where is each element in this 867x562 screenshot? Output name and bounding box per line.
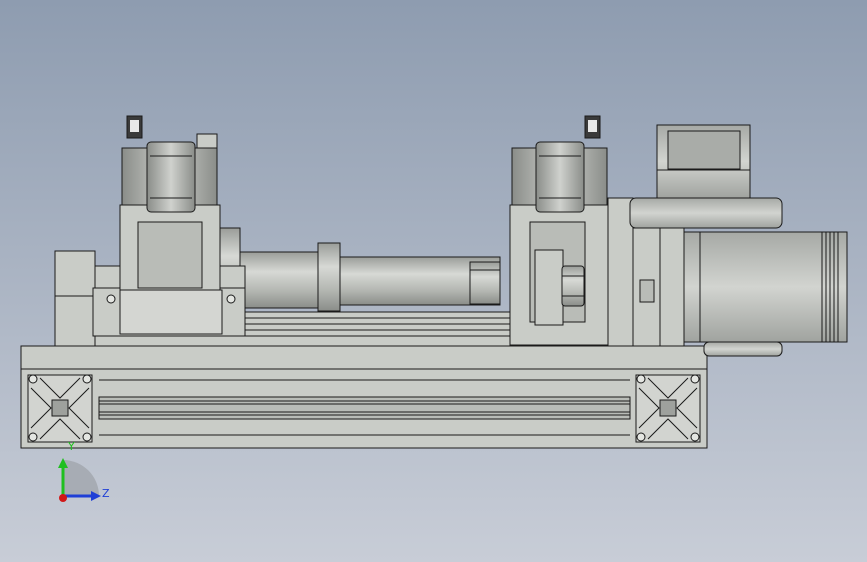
assembly-drawing (0, 0, 867, 562)
profile-slot-left (27, 374, 93, 443)
aluminum-profile-base[interactable] (20, 368, 708, 449)
base-plate[interactable] (20, 345, 708, 370)
triad-z-label: Z (102, 487, 110, 500)
profile-slot-right (635, 374, 701, 443)
right-roller-support[interactable] (509, 115, 611, 346)
shaft-coupling[interactable] (561, 265, 585, 307)
motor-connector-box[interactable] (656, 124, 751, 199)
triad-y-label: Y (68, 440, 75, 453)
x-axis-dot (59, 494, 67, 502)
cad-viewport[interactable]: Y Z (0, 0, 867, 562)
left-end-bracket[interactable] (54, 250, 96, 347)
